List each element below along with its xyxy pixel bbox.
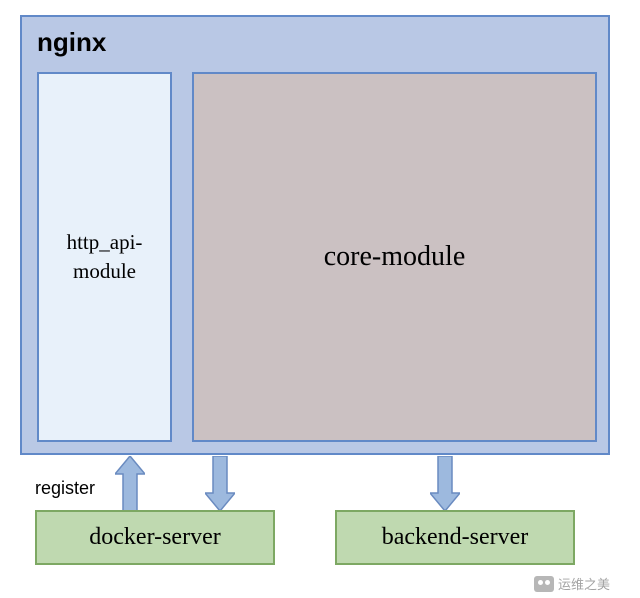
arrow-down-backend-icon [430, 456, 460, 511]
wechat-icon [534, 576, 554, 592]
http-api-module-box: http_api-module [37, 72, 172, 442]
watermark-text: 运维之美 [558, 574, 610, 593]
watermark: 运维之美 [534, 574, 610, 593]
register-arrow-up-icon [115, 456, 145, 511]
docker-server-label: docker-server [89, 524, 220, 551]
backend-server-box: backend-server [335, 510, 575, 565]
docker-server-box: docker-server [35, 510, 275, 565]
nginx-title: nginx [37, 27, 106, 58]
arrow-down-docker-icon [205, 456, 235, 511]
nginx-container: nginx http_api-module core-module [20, 15, 610, 455]
core-module-label: core-module [324, 241, 466, 273]
core-module-box: core-module [192, 72, 597, 442]
register-label: register [35, 478, 95, 499]
backend-server-label: backend-server [382, 524, 529, 551]
http-api-module-label: http_api-module [49, 228, 160, 287]
